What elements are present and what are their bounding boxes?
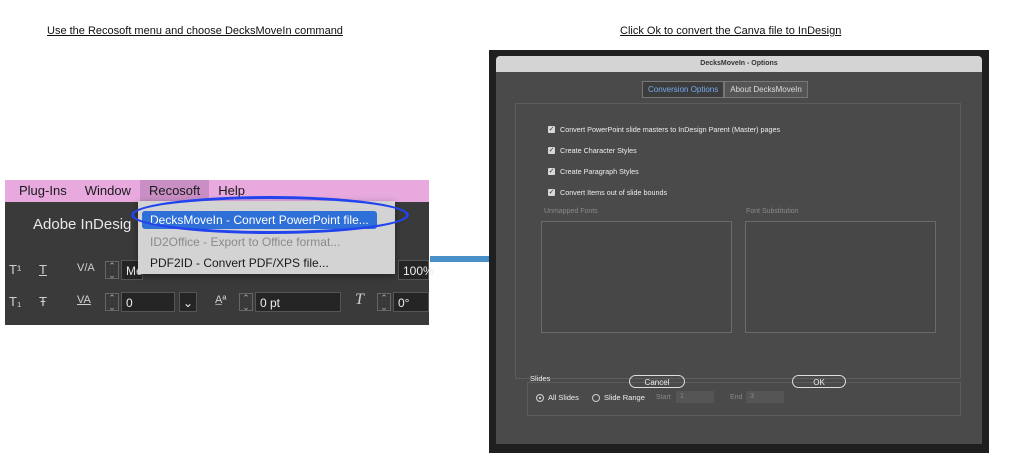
tracking-dropdown-chevron-icon[interactable]: ⌄ xyxy=(179,292,197,312)
checkbox-row-out-of-bounds[interactable]: ✓ Convert Items out of slide bounds xyxy=(548,188,667,197)
superscript-icon[interactable]: T¹ xyxy=(9,262,21,277)
toolbar-row-2: T₁ Ŧ VA ⌃ ⌄ 0 ⌄ A̲ª ⌃ ⌄ 0 pt T ⌃ ⌄ 0° xyxy=(5,290,429,316)
skew-stepper[interactable]: ⌃ ⌄ xyxy=(377,293,391,312)
radio-all-slides[interactable]: All Slides xyxy=(536,393,579,402)
tab-about-decksmovein[interactable]: About DecksMoveIn xyxy=(724,81,808,98)
kerning-stepper[interactable]: ⌃ ⌄ xyxy=(105,261,119,280)
checkbox-row-convert-masters[interactable]: ✓ Convert PowerPoint slide masters to In… xyxy=(548,125,780,134)
cancel-button[interactable]: Cancel xyxy=(629,375,685,388)
checkbox-label: Create Paragraph Styles xyxy=(560,167,639,176)
ok-button[interactable]: OK xyxy=(792,375,846,388)
dialog-title: DecksMoveIn - Options xyxy=(496,56,982,72)
end-label: End xyxy=(730,394,743,401)
checkbox-row-paragraph-styles[interactable]: ✓ Create Paragraph Styles xyxy=(548,167,639,176)
tab-conversion-options[interactable]: Conversion Options xyxy=(642,81,725,98)
tracking-stepper[interactable]: ⌃ ⌄ xyxy=(105,293,119,312)
tracking-field[interactable]: 0 xyxy=(121,292,175,312)
baseline-shift-icon: A̲ª xyxy=(215,294,227,306)
menu-item-pdf2id[interactable]: PDF2ID - Convert PDF/XPS file... xyxy=(150,256,329,270)
checkbox-checked-icon[interactable]: ✓ xyxy=(548,168,555,175)
highlight-ring xyxy=(131,196,409,234)
menu-item-id2office[interactable]: ID2Office - Export to Office format... xyxy=(150,235,340,249)
start-label: Start xyxy=(656,394,671,401)
radio-slide-range[interactable]: Slide Range xyxy=(592,393,645,402)
kerning-icon: V/A xyxy=(77,262,95,274)
strikethrough-icon[interactable]: Ŧ xyxy=(39,294,47,309)
checkbox-checked-icon[interactable]: ✓ xyxy=(548,147,555,154)
tab-bar: Conversion Options About DecksMoveIn xyxy=(642,81,808,98)
app-title: Adobe InDesig xyxy=(33,216,132,233)
end-field[interactable]: 3 xyxy=(746,391,784,403)
baseline-stepper[interactable]: ⌃ ⌄ xyxy=(239,293,253,312)
right-caption: Click Ok to convert the Canva file to In… xyxy=(620,25,842,37)
slides-panel: All Slides Slide Range Start 1 End 3 xyxy=(527,382,961,416)
checkbox-checked-icon[interactable]: ✓ xyxy=(548,126,555,133)
menu-window[interactable]: Window xyxy=(76,180,140,202)
radio-unselected-icon[interactable] xyxy=(592,393,600,402)
checkbox-label: Convert PowerPoint slide masters to InDe… xyxy=(560,125,781,134)
tracking-icon: VA xyxy=(77,294,91,306)
checkbox-checked-icon[interactable]: ✓ xyxy=(548,189,555,196)
unmapped-fonts-label: Unmapped Fonts xyxy=(544,208,598,215)
dialog-body: Conversion Options About DecksMoveIn ✓ C… xyxy=(496,72,982,444)
scale-field[interactable]: 100% xyxy=(398,260,434,280)
checkbox-label: Convert Items out of slide bounds xyxy=(560,188,668,197)
baseline-shift-field[interactable]: 0 pt xyxy=(255,292,341,312)
radio-selected-icon[interactable] xyxy=(536,393,544,402)
font-substitution-list[interactable] xyxy=(745,221,936,333)
conversion-options-panel: ✓ Convert PowerPoint slide masters to In… xyxy=(515,103,961,379)
underline-icon[interactable]: T xyxy=(39,262,47,277)
start-field[interactable]: 1 xyxy=(676,391,714,403)
decksmovein-options-dialog: DecksMoveIn - Options Conversion Options… xyxy=(489,50,989,453)
skew-icon: T xyxy=(355,291,364,308)
subscript-icon[interactable]: T₁ xyxy=(9,294,21,309)
unmapped-fonts-list[interactable] xyxy=(541,221,732,333)
left-caption: Use the Recosoft menu and choose DecksMo… xyxy=(47,25,343,37)
skew-field[interactable]: 0° xyxy=(393,292,429,312)
menu-plugins[interactable]: Plug-Ins xyxy=(5,180,76,202)
font-substitution-label: Font Substitution xyxy=(746,208,799,215)
checkbox-row-character-styles[interactable]: ✓ Create Character Styles xyxy=(548,146,637,155)
checkbox-label: Create Character Styles xyxy=(560,146,637,155)
